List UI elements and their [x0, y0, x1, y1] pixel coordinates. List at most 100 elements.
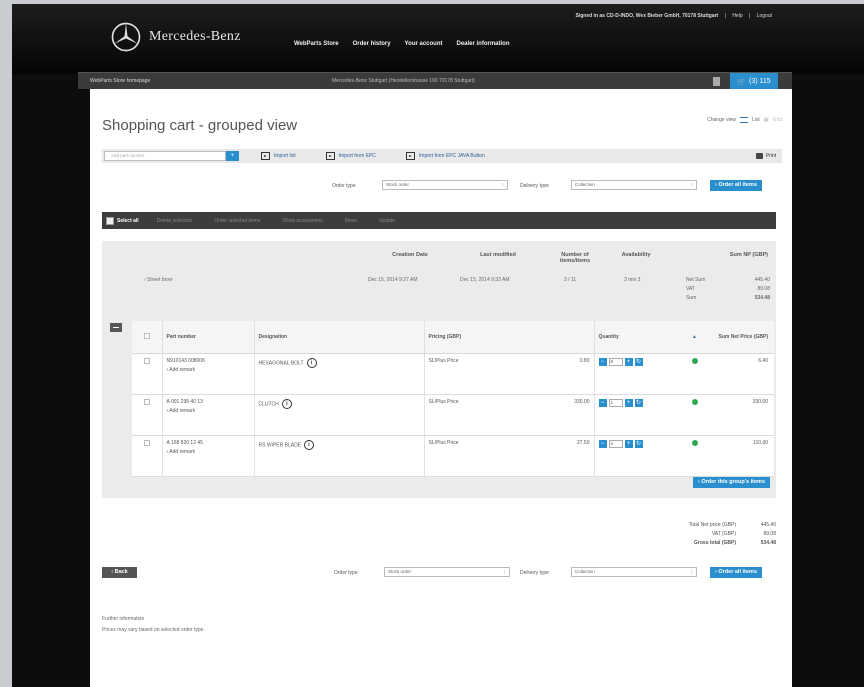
delivery-type-label: Delivery type	[520, 570, 549, 576]
refresh-button[interactable]: ↻	[634, 439, 643, 448]
table-row: A 001 295 40 13 › Add remark CLUTCH i SL/P…	[132, 394, 774, 436]
decrement-button[interactable]: −	[598, 439, 607, 448]
delete-selection-action[interactable]: Delete selection	[157, 218, 193, 224]
help-link[interactable]: Help	[732, 13, 742, 19]
import-list-link[interactable]: Import list	[261, 152, 296, 160]
printer-icon	[755, 153, 763, 159]
total-net-value: 445.40	[760, 522, 776, 528]
print-button[interactable]: Print	[755, 153, 776, 159]
quantity-stepper: −1 + ↻	[598, 398, 643, 407]
order-all-button[interactable]: › Order all items	[710, 180, 762, 191]
grid-icon[interactable]: ▦	[764, 117, 769, 123]
quantity-input[interactable]: 1	[608, 398, 623, 407]
page-title: Shopping cart - grouped view	[102, 117, 298, 134]
total-vat-value: 89.08	[763, 531, 776, 537]
add-remark-link[interactable]: › Add remark	[167, 449, 254, 455]
cart-button[interactable]: 🛒 (3) 115	[730, 73, 778, 90]
availability-dot	[692, 398, 698, 405]
increment-button[interactable]: +	[624, 357, 633, 366]
number-of-items-header: Number of items/items	[559, 252, 591, 264]
mercedes-logo[interactable]: Mercedes-Benz	[111, 22, 241, 52]
sum-np-header: Sum NP (GBP)	[729, 252, 768, 258]
sum-value-net: 445.40	[754, 277, 770, 283]
refresh-button[interactable]: ↻	[634, 398, 643, 407]
items-table: Part number Designation Pricing (GBP) Qu…	[132, 321, 774, 477]
nav-webparts-store[interactable]: WebParts Store	[294, 41, 339, 47]
col-sum-net-price: ▲ Sum Net Price (GBP)	[688, 321, 774, 354]
signed-in-text: Signed in as CD-D-INDO, Wex Bieber GmbH,…	[575, 13, 719, 19]
totals-labels: Total Net price (GBP) VAT (GBP) Gross to…	[650, 521, 736, 548]
show-accessories-action[interactable]: Show accessories	[282, 218, 322, 224]
view-grid-option[interactable]: Grid	[773, 117, 782, 123]
import-epc-java-link[interactable]: Import from EPC JAVA Button	[405, 152, 485, 160]
part-number[interactable]: A 001 295 40 13	[167, 399, 203, 405]
top-links: Signed in as CD-D-INDO, Wex Bieber GmbH,…	[575, 13, 773, 19]
col-quantity: Quantity	[594, 321, 688, 354]
add-remark-link[interactable]: › Add remark	[167, 408, 254, 414]
info-icon[interactable]: i	[281, 398, 292, 409]
info-icon[interactable]: i	[304, 439, 315, 450]
nav-order-history[interactable]: Order history	[353, 41, 391, 47]
cart-group: Creation Date Last modified Number of it…	[102, 241, 776, 498]
import-epc-link[interactable]: Import from EPC	[325, 152, 376, 160]
unit-price: 330.00	[574, 398, 590, 405]
collapse-group-button[interactable]	[110, 323, 122, 332]
logout-link[interactable]: Logout	[757, 13, 772, 19]
order-all-button-bottom[interactable]: › Order all items	[710, 567, 762, 578]
gross-total-value: 534.48	[760, 540, 776, 546]
quantity-input[interactable]: 4	[608, 439, 623, 448]
order-type-label: Order type	[332, 183, 356, 189]
part-number[interactable]: A 168 820 12 45	[167, 440, 203, 446]
info-icon[interactable]: i	[306, 357, 317, 368]
homepage-link[interactable]: WebParts Store homepage	[90, 78, 150, 84]
header-checkbox[interactable]	[143, 332, 150, 339]
select-all[interactable]: Select all	[106, 216, 139, 225]
main-nav: WebParts Store Order history Your accoun…	[294, 41, 524, 47]
increment-button[interactable]: +	[624, 439, 633, 448]
sub-bar: WebParts Store homepage Mercedes-Benz St…	[78, 72, 792, 90]
delivery-type-select-bottom[interactable]: Collection	[571, 567, 697, 577]
order-type-select[interactable]: Stock order	[382, 180, 508, 190]
order-selected-action[interactable]: Order selected items	[214, 218, 260, 224]
col-part-number: Part number	[162, 321, 255, 354]
add-part-button[interactable]: +	[226, 151, 239, 161]
select-all-checkbox[interactable]	[106, 216, 114, 225]
order-group-items-button[interactable]: › Order this group's items	[692, 477, 770, 488]
delivery-type-select[interactable]: Collection	[571, 180, 697, 190]
row-checkbox[interactable]	[143, 439, 150, 446]
quantity-stepper: −8 + ↻	[598, 357, 643, 366]
trash-icon[interactable]	[713, 77, 720, 86]
sum-value-vat: 89.08	[757, 286, 770, 292]
add-remark-link[interactable]: › Add remark	[167, 367, 254, 373]
refresh-button[interactable]: ↻	[634, 357, 643, 366]
list-icon[interactable]	[740, 117, 749, 123]
row-checkbox[interactable]	[143, 398, 150, 405]
decrement-button[interactable]: −	[598, 398, 607, 407]
view-list-option[interactable]: List	[752, 117, 760, 123]
availability-col-icon: ▲	[692, 333, 697, 340]
update-action[interactable]: Update	[379, 218, 395, 224]
order-type-select-bottom[interactable]: Stock order	[384, 567, 510, 577]
row-checkbox[interactable]	[143, 357, 150, 364]
move-action[interactable]: Move	[345, 218, 357, 224]
view-switch: Change view List ▦ Grid	[707, 117, 782, 123]
decrement-button[interactable]: −	[598, 357, 607, 366]
part-number[interactable]: N910143 008006	[167, 358, 205, 364]
change-view-label: Change view	[707, 117, 737, 123]
cart-icon: 🛒	[737, 78, 747, 86]
nav-dealer-information[interactable]: Dealer information	[457, 41, 510, 47]
add-part-input[interactable]: Add part number	[104, 151, 226, 161]
group-last-modified: Dec 15, 2014 9:33 AM	[460, 277, 510, 283]
availability-dot	[692, 357, 698, 364]
quantity-input[interactable]: 8	[608, 357, 623, 366]
import-icon	[405, 152, 415, 160]
increment-button[interactable]: +	[624, 398, 633, 407]
pricing-type: SL/Plus Price	[428, 439, 459, 446]
sum-label-sum: Sum	[686, 295, 697, 301]
designation: RS WIPER BLADE	[258, 441, 302, 448]
group-number: 3 / 11	[564, 277, 577, 283]
table-row: A 168 820 12 45 › Add remark RS WIPER BLA…	[132, 435, 774, 477]
table-row: N910143 008006 › Add remark HEXAGONAL BOL…	[132, 353, 774, 395]
nav-your-account[interactable]: Your account	[405, 41, 443, 47]
group-name[interactable]: › Street boxe	[144, 277, 173, 283]
